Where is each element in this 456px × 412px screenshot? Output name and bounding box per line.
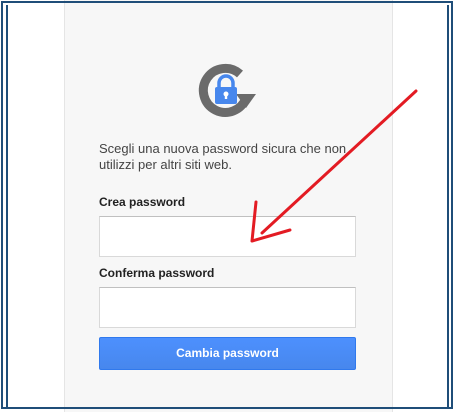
create-password-input[interactable] <box>99 216 356 257</box>
frame-border-right <box>447 5 449 409</box>
lock-refresh-icon <box>188 52 264 128</box>
change-password-button[interactable]: Cambia password <box>99 337 356 370</box>
frame-border-left <box>6 5 8 409</box>
confirm-password-label: Conferma password <box>99 266 215 280</box>
create-password-label: Crea password <box>99 195 186 209</box>
screenshot-frame: Scegli una nuova password sicura che non… <box>0 0 456 412</box>
confirm-password-input[interactable] <box>99 287 356 328</box>
password-instructions: Scegli una nuova password sicura che non… <box>99 141 347 172</box>
